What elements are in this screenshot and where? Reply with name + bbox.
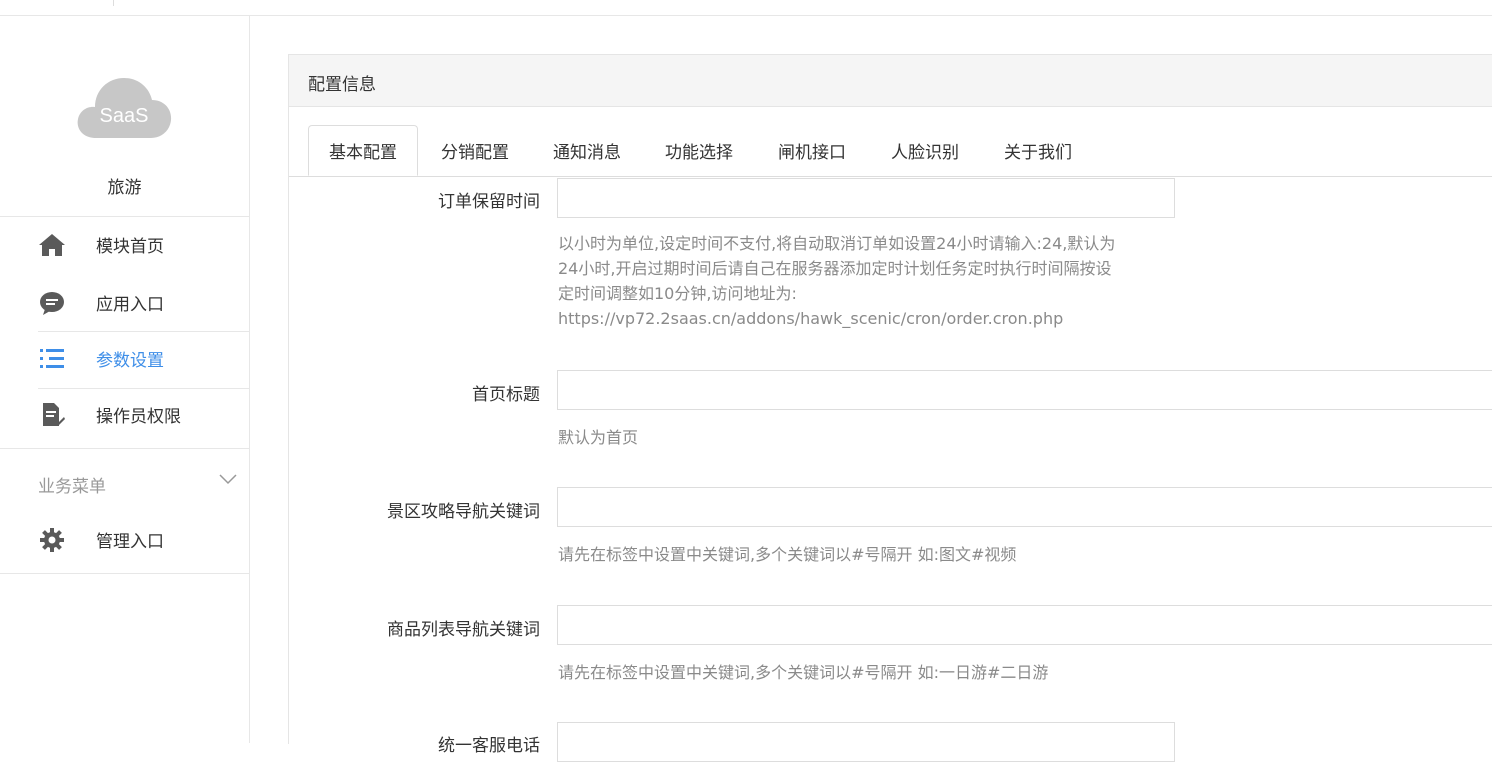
sidebar-item-label: 模块首页	[96, 236, 164, 257]
scenic-guide-keywords-label: 景区攻略导航关键词	[387, 502, 540, 522]
home-icon	[38, 232, 66, 258]
app-name: 旅游	[107, 178, 142, 198]
sidebar-item-label: 参数设置	[96, 350, 164, 371]
top-bar	[0, 0, 1492, 16]
sidebar: SaaS 旅游 模块首页 应用入口 参数设置 操作员权限 业务菜单 管理入口	[0, 16, 250, 743]
help-line: 定时间调整如10分钟,访问地址为:	[558, 284, 797, 303]
tab-about-us[interactable]: 关于我们	[992, 125, 1084, 176]
document-edit-icon	[38, 402, 66, 428]
business-menu-toggle[interactable]: 业务菜单	[0, 450, 249, 510]
scenic-guide-keywords-input[interactable]	[557, 487, 1492, 527]
home-title-help: 默认为首页	[558, 428, 639, 447]
sidebar-item-label: 应用入口	[96, 294, 164, 315]
chevron-down-icon	[219, 470, 237, 485]
logo-text: SaaS	[100, 105, 149, 127]
tab-distribution-config[interactable]: 分销配置	[429, 125, 521, 176]
order-keep-time-input[interactable]	[557, 178, 1175, 218]
goods-list-keywords-input[interactable]	[557, 605, 1492, 645]
sidebar-item-label: 管理入口	[96, 531, 164, 552]
scenic-guide-keywords-help: 请先在标签中设置中关键词,多个关键词以#号隔开 如:图文#视频	[558, 545, 1017, 564]
goods-list-keywords-help: 请先在标签中设置中关键词,多个关键词以#号隔开 如:一日游#二日游	[558, 663, 1049, 682]
tab-gate-interface[interactable]: 闸机接口	[766, 125, 858, 176]
help-line: https://vp72.2saas.cn/addons/hawk_scenic…	[558, 309, 1064, 328]
home-title-label: 首页标题	[472, 385, 540, 405]
tab-feature-selection[interactable]: 功能选择	[653, 125, 745, 176]
chat-bubble-icon	[38, 290, 66, 316]
service-phone-input[interactable]	[557, 722, 1175, 762]
top-bar-divider	[113, 0, 114, 6]
goods-list-keywords-label: 商品列表导航关键词	[387, 620, 540, 640]
help-line: 24小时,开启过期时间后请自己在服务器添加定时计划任务定时执行时间隔按设	[558, 259, 1112, 278]
gear-icon	[38, 527, 66, 553]
tab-basic-config[interactable]: 基本配置	[308, 125, 418, 176]
tab-notifications[interactable]: 通知消息	[541, 125, 633, 176]
divider	[0, 216, 249, 217]
order-keep-time-label: 订单保留时间	[438, 192, 540, 212]
sidebar-item-module-home[interactable]: 模块首页	[0, 218, 249, 270]
config-tabs: 基本配置 分销配置 通知消息 功能选择 闸机接口 人脸识别 关于我们	[289, 125, 1492, 177]
sidebar-item-parameter-settings[interactable]: 参数设置	[0, 332, 249, 384]
section-label: 业务菜单	[38, 477, 106, 497]
panel-header: 配置信息	[289, 55, 1492, 107]
list-settings-icon	[38, 346, 66, 372]
saas-cloud-logo: SaaS	[76, 70, 172, 140]
sidebar-item-app-entry[interactable]: 应用入口	[0, 276, 249, 328]
home-title-input[interactable]	[557, 370, 1492, 410]
tab-face-recognition[interactable]: 人脸识别	[879, 125, 971, 176]
divider	[0, 448, 249, 449]
sidebar-item-operator-permissions[interactable]: 操作员权限	[0, 388, 249, 440]
help-line: 以小时为单位,设定时间不支付,将自动取消订单如设置24小时请输入:24,默认为	[558, 234, 1116, 253]
panel-title: 配置信息	[308, 75, 376, 95]
service-phone-label: 统一客服电话	[438, 736, 540, 756]
sidebar-item-label: 操作员权限	[96, 406, 181, 427]
sidebar-item-management-entry[interactable]: 管理入口	[0, 513, 249, 565]
divider	[0, 573, 249, 574]
order-keep-time-help: 以小时为单位,设定时间不支付,将自动取消订单如设置24小时请输入:24,默认为 …	[558, 231, 1178, 331]
